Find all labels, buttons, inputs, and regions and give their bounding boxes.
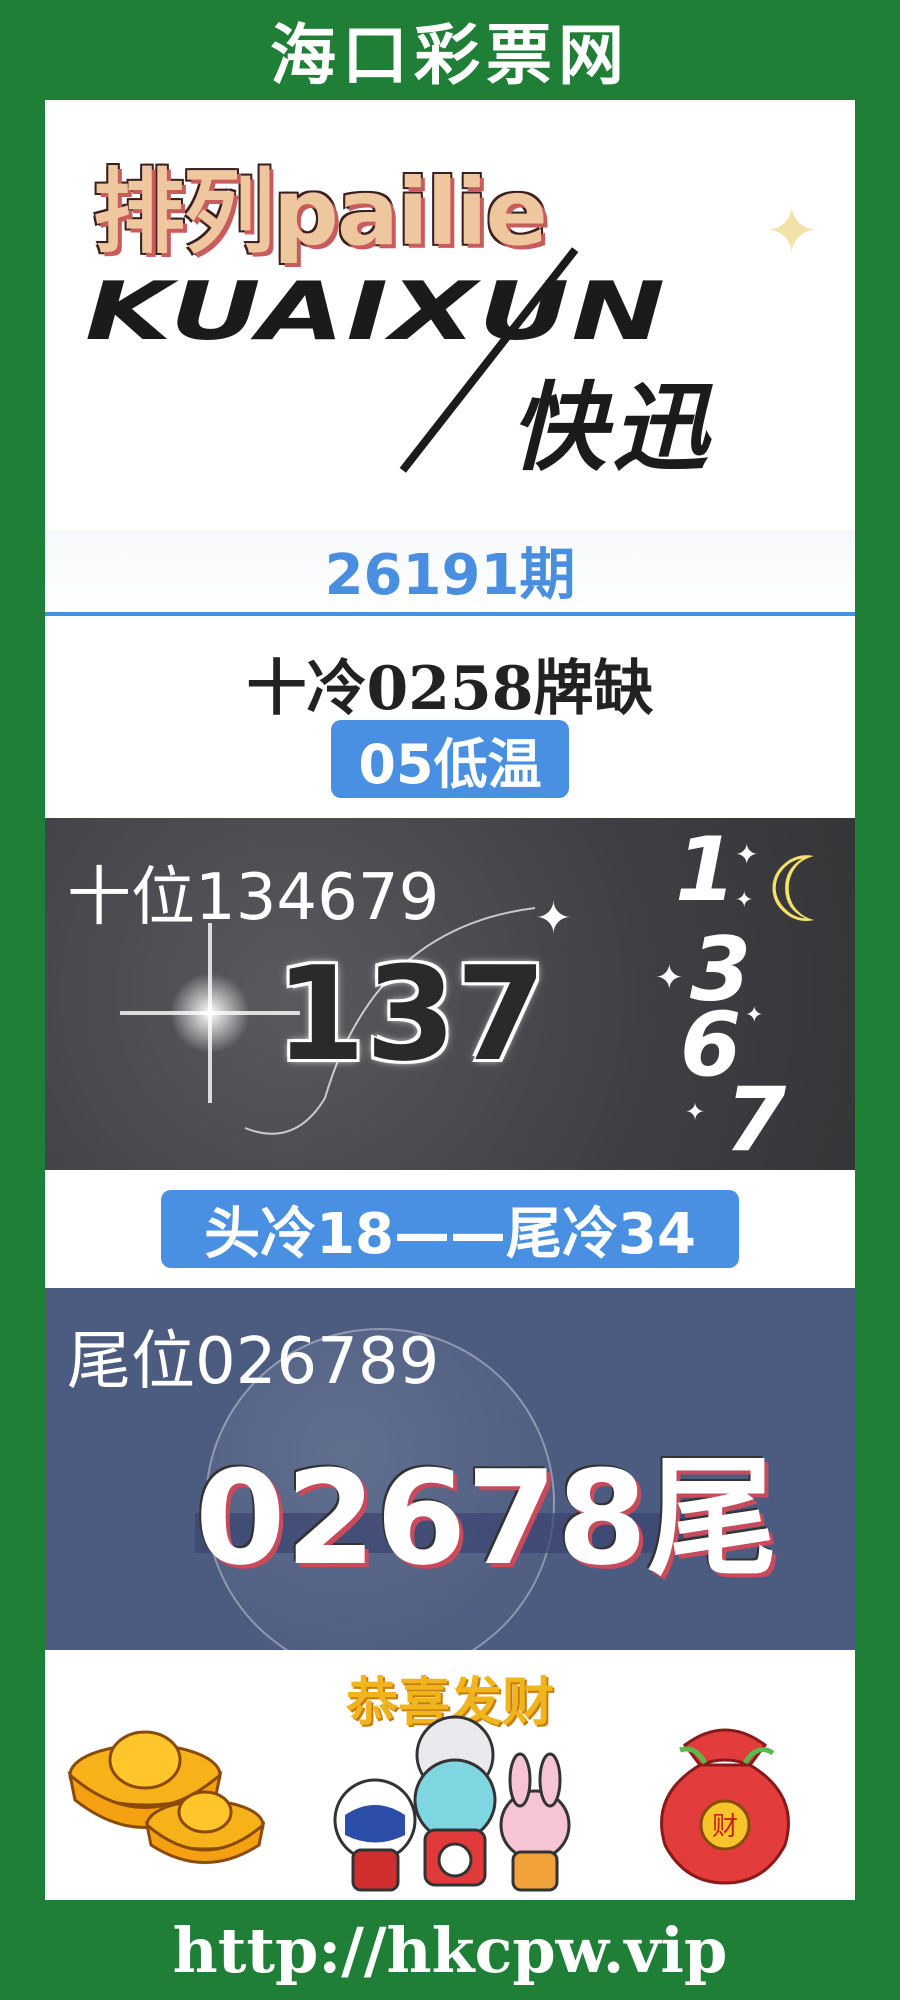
mascots-illustration [333, 1715, 571, 1892]
sparkle-icon: ✦ [765, 195, 819, 269]
temperature-badge: 05低温 [331, 720, 569, 798]
gold-ingot-icon [67, 1730, 265, 1864]
brand-logo: 排列pailie KUAIXUN 快迅 ✦ [45, 100, 855, 530]
issue-banner: 26191期 [45, 530, 855, 610]
logo-kuaixun-cn-text: 快迅 [510, 372, 714, 484]
star-icon: ✦ [655, 958, 684, 998]
star-icon: ✦ [735, 888, 754, 913]
units-section: 尾位026789 02678尾 [45, 1288, 855, 1678]
content-panel: 排列pailie KUAIXUN 快迅 ✦ 26191期 十冷0258牌缺 05… [45, 100, 855, 1900]
head-tail-badge: 头冷18——尾冷34 [161, 1190, 739, 1268]
side-digit: 7 [725, 1068, 787, 1171]
lucky-bag-icon: 财 [660, 1728, 790, 1885]
tens-cold-text: 十冷0258牌缺 [246, 654, 654, 724]
moon-icon: ☾ [765, 838, 846, 943]
tens-pick: 137 [275, 938, 547, 1090]
logo-kuaixun-text: KUAIXUN [85, 265, 668, 359]
logo-pailie-text: 排列pailie [93, 159, 548, 266]
congrats-section: 恭喜发财 财 [45, 1650, 855, 1900]
tens-label: 十位134679 [67, 861, 440, 935]
star-icon: ✦ [535, 893, 572, 944]
star-icon: ✦ [735, 838, 759, 871]
star-icon: ✦ [685, 1098, 706, 1126]
divider [45, 612, 855, 616]
side-digit: 1 [675, 818, 737, 921]
bag-char: 财 [712, 1812, 738, 1842]
issue-number: 26191期 [324, 543, 576, 608]
site-title: 海口彩票网 [270, 16, 630, 94]
footer-url[interactable]: http://hkcpw.vip [0, 1900, 900, 2000]
tens-section: ✦ ✦ ✦ ✦ ✦ ✦ ☾ 十位134679 137 1 3 6 7 [45, 818, 855, 1171]
units-pick: 02678尾 [195, 1442, 778, 1594]
units-label: 尾位026789 [67, 1325, 440, 1399]
